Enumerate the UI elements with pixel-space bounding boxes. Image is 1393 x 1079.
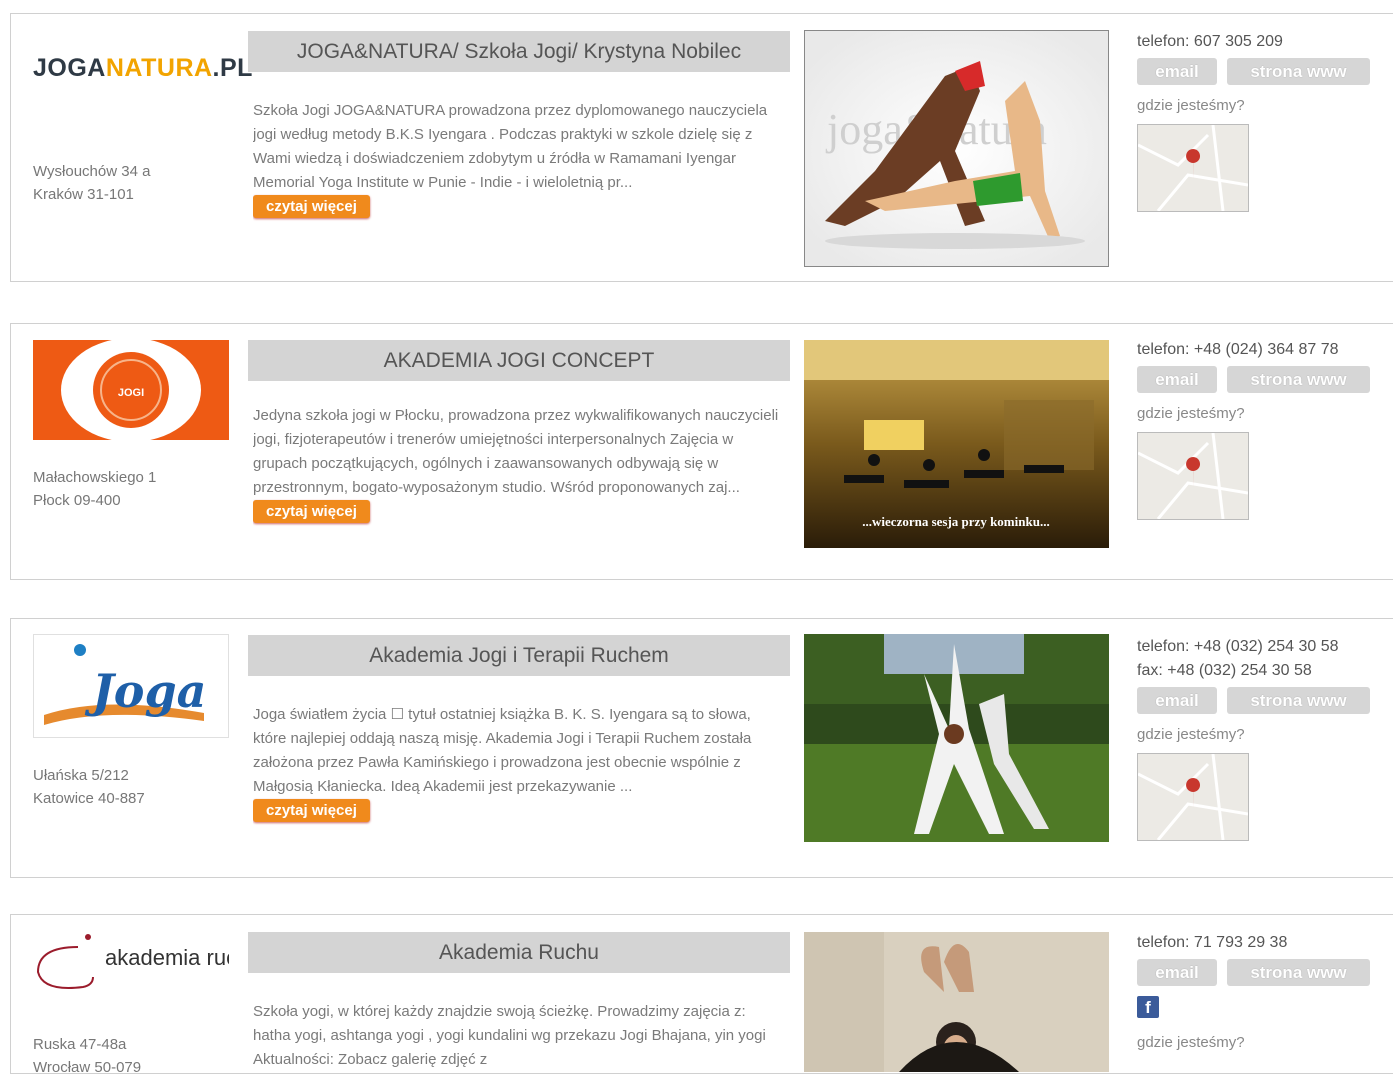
- address-city: Katowice 40-887: [33, 790, 145, 807]
- description-text: Szkoła Jogi JOGA&NATURA prowadzona przez…: [253, 102, 768, 191]
- address: Małachowskiego 1 Płock 09-400: [33, 466, 156, 512]
- logo-text: akademia ruchu: [105, 945, 229, 970]
- address: Ruska 47-48a Wrocław 50-079: [33, 1033, 141, 1079]
- read-more-button[interactable]: czytaj więcej: [253, 799, 370, 822]
- listing-card: akademia ruchu Ruska 47-48a Wrocław 50-0…: [10, 914, 1393, 1076]
- listing-card: Joga Ułańska 5/212 Katowice 40-887 Akade…: [10, 618, 1393, 878]
- logo-text-part: NATURA: [105, 54, 213, 82]
- listing-title[interactable]: Akademia Jogi i Terapii Ruchem: [248, 635, 790, 676]
- listing-title[interactable]: Akademia Ruchu: [248, 932, 790, 973]
- address-street: Małachowskiego 1: [33, 469, 157, 486]
- address-city: Kraków 31-101: [33, 186, 134, 203]
- concept-logo-icon: JOGI: [61, 338, 201, 442]
- listing-title[interactable]: AKADEMIA JOGI CONCEPT: [248, 340, 790, 381]
- listing-photo[interactable]: [804, 634, 1109, 842]
- school-logo[interactable]: akademia ruchu: [33, 927, 262, 1007]
- phone-number: telefon: +48 (024) 364 87 78: [1137, 341, 1339, 358]
- email-button[interactable]: email: [1137, 58, 1217, 85]
- contact-panel: telefon: +48 (024) 364 87 78 email stron…: [1137, 338, 1387, 520]
- listing-description: Szkoła yogi, w której każdy znajdzie swo…: [253, 1000, 785, 1070]
- email-button[interactable]: email: [1137, 959, 1217, 986]
- yoga-pose-image: joga&natura: [805, 31, 1108, 266]
- location-label: gdzie jesteśmy?: [1137, 97, 1245, 114]
- website-button[interactable]: strona www: [1227, 366, 1370, 393]
- phone-number: telefon: 607 305 209: [1137, 33, 1283, 50]
- map-pin-icon: [1138, 125, 1248, 211]
- website-button[interactable]: strona www: [1227, 687, 1370, 714]
- logo-text-part: JOGA: [33, 54, 106, 82]
- description-text: Jedyna szkoła jogi w Płocku, prowadzona …: [253, 407, 779, 496]
- svg-text:JOGI: JOGI: [118, 387, 144, 399]
- listing-description: Szkoła Jogi JOGA&NATURA prowadzona przez…: [253, 99, 785, 251]
- website-button[interactable]: strona www: [1227, 58, 1370, 85]
- address-city: Wrocław 50-079: [33, 1059, 142, 1076]
- map-pin-icon: [1138, 433, 1248, 519]
- school-logo[interactable]: Joga: [33, 634, 229, 738]
- description-text: Szkoła yogi, w której każdy znajdzie swo…: [253, 1003, 766, 1068]
- yoga-pose-closeup-image: [804, 932, 1109, 1072]
- school-logo[interactable]: JOGI: [33, 338, 229, 442]
- listing-photo[interactable]: [804, 932, 1109, 1072]
- read-more-button[interactable]: czytaj więcej: [253, 500, 370, 523]
- phone-number: telefon: 71 793 29 38: [1137, 934, 1288, 951]
- listing-description: Jedyna szkoła jogi w Płocku, prowadzona …: [253, 404, 785, 569]
- address-street: Ułańska 5/212: [33, 767, 129, 784]
- logo-text: Joga: [84, 664, 206, 718]
- address-street: Wysłouchów 34 a: [33, 163, 151, 180]
- map-thumbnail[interactable]: [1137, 753, 1249, 841]
- yoga-studio-image: ...wieczorna sesja przy kominku...: [804, 340, 1109, 548]
- map-pin-icon: [1138, 754, 1248, 840]
- map-thumbnail[interactable]: [1137, 432, 1249, 520]
- yoga-park-image: [804, 634, 1109, 842]
- fax-number: fax: +48 (032) 254 30 58: [1137, 662, 1312, 679]
- location-label: gdzie jesteśmy?: [1137, 1034, 1245, 1051]
- logo-text-part: .PL: [212, 54, 253, 82]
- listing-description: Joga światłem życia ☐ tytuł ostatniej ks…: [253, 703, 785, 855]
- address-city: Płock 09-400: [33, 492, 121, 509]
- location-label: gdzie jesteśmy?: [1137, 726, 1245, 743]
- listing-photo[interactable]: joga&natura: [804, 30, 1109, 267]
- akademia-ruchu-logo-icon: akademia ruchu: [36, 934, 262, 989]
- contact-panel: telefon: 607 305 209 email strona www gd…: [1137, 30, 1387, 212]
- address: Ułańska 5/212 Katowice 40-887: [33, 764, 145, 810]
- contact-panel: telefon: +48 (032) 254 30 58 fax: +48 (0…: [1137, 635, 1387, 841]
- email-button[interactable]: email: [1137, 687, 1217, 714]
- listing-card: JOGANATURA.PL Wysłouchów 34 a Kraków 31-…: [10, 13, 1393, 282]
- joga-logo-icon: Joga: [44, 644, 206, 725]
- listing-title[interactable]: JOGA&NATURA/ Szkoła Jogi/ Krystyna Nobil…: [248, 31, 790, 72]
- photo-caption: ...wieczorna sesja przy kominku...: [862, 514, 1049, 529]
- read-more-button[interactable]: czytaj więcej: [253, 195, 370, 218]
- school-logo[interactable]: JOGANATURA.PL: [33, 54, 252, 104]
- listing-card: JOGI Małachowskiego 1 Płock 09-400 AKADE…: [10, 323, 1393, 580]
- phone-number: telefon: +48 (032) 254 30 58: [1137, 638, 1339, 655]
- description-text: Joga światłem życia ☐ tytuł ostatniej ks…: [253, 706, 752, 795]
- address-street: Ruska 47-48a: [33, 1036, 127, 1053]
- map-thumbnail[interactable]: [1137, 124, 1249, 212]
- listing-photo[interactable]: ...wieczorna sesja przy kominku...: [804, 340, 1109, 548]
- address: Wysłouchów 34 a Kraków 31-101: [33, 160, 150, 206]
- email-button[interactable]: email: [1137, 366, 1217, 393]
- contact-panel: telefon: 71 793 29 38 email strona www f…: [1137, 931, 1387, 1051]
- website-button[interactable]: strona www: [1227, 959, 1370, 986]
- location-label: gdzie jesteśmy?: [1137, 405, 1245, 422]
- facebook-icon[interactable]: f: [1137, 996, 1159, 1018]
